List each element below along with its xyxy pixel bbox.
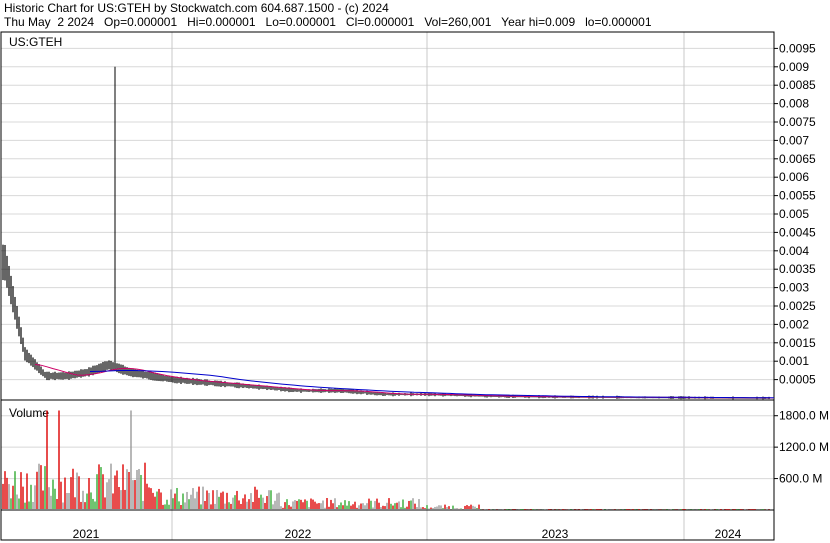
price-tick-label: 0.0045 [779,225,816,239]
price-panel-title: US:GTEH [9,35,62,49]
volume-tick-label: 1800.0 M [779,409,829,423]
date-tick-label: 2021 [73,527,100,541]
price-tick-label: 0.009 [779,60,809,74]
price-tick-label: 0.002 [779,317,809,331]
price-tick-label: 0.0095 [779,41,816,55]
price-tick-label: 0.0075 [779,115,816,129]
volume-tick-label: 1200.0 M [779,440,829,454]
volume-axis: 600.0 M 1800.0 M 1200.0 M [774,409,829,486]
price-tick-label: 0.0085 [779,78,816,92]
stock-chart: US:GTEH Volume 0.00050.0010.00150.0020.0… [0,31,829,541]
price-tick-label: 0.0055 [779,189,816,203]
date-tick-label: 2022 [285,527,312,541]
price-tick-label: 0.006 [779,170,809,184]
price-tick-label: 0.001 [779,354,809,368]
short-moving-average-line [34,363,774,399]
date-tick-label: 2024 [715,527,742,541]
price-tick-label: 0.0035 [779,262,816,276]
price-tick-label: 0.004 [779,244,809,258]
date-axis-frame [0,509,775,541]
grid-lines [1,32,774,540]
price-tick-label: 0.007 [779,133,809,147]
date-axis: 2021 2022 2023 2024 [73,527,742,541]
price-tick-label: 0.0005 [779,373,816,387]
volume-bars [2,410,770,510]
date-tick-label: 2023 [542,527,569,541]
price-tick-label: 0.003 [779,281,809,295]
price-axis: 0.0005 0.001 0.0015 0.002 0.0025 0.003 0.0035 0… [774,41,816,387]
price-tick-label: 0.0025 [779,299,816,313]
price-bars [2,244,770,400]
volume-panel-title: Volume [9,406,49,420]
price-tick-label: 0.0065 [779,152,816,166]
volume-tick-label: 600.0 M [779,472,822,486]
price-panel-frame [0,31,775,401]
price-tick-label: 0.008 [779,97,809,111]
price-tick-label: 0.0015 [779,336,816,350]
price-tick-label: 0.005 [779,207,809,221]
